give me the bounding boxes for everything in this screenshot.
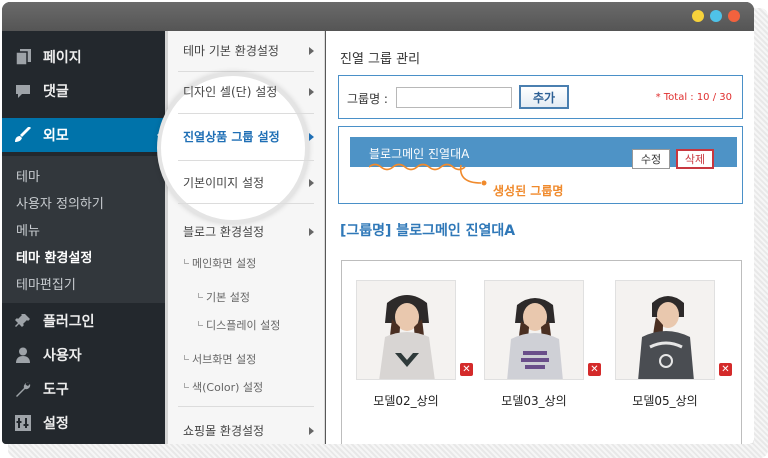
- sidebar-item-label: 플러그인: [43, 314, 95, 330]
- theme-sub-label: 기본 설정: [206, 291, 250, 304]
- sidebar-item-label: 도구: [43, 382, 69, 398]
- sidebar-item-label: 댓글: [43, 84, 69, 100]
- theme-sub-label: 메인화면 설정: [192, 257, 257, 270]
- main-content: 진열 그룹 관리 그룹명 : 추가 * Total : 10 / 30 블로그메…: [326, 31, 754, 444]
- product-name: 모델05_상의: [632, 394, 698, 408]
- tree-branch-icon: [198, 321, 203, 326]
- tools-icon: [14, 380, 32, 398]
- tree-branch-icon: [184, 355, 189, 360]
- close-dot[interactable]: [728, 10, 740, 22]
- product-name: 모델02_상의: [373, 394, 439, 408]
- theme-menu-label: 디자인 셀(단) 설정: [183, 85, 278, 99]
- theme-sub-label: 색(Color) 설정: [192, 381, 264, 394]
- theme-menu-label: 블로그 환경설정: [183, 225, 265, 239]
- page-title: 진열 그룹 관리: [340, 52, 421, 67]
- divider: [178, 203, 314, 204]
- minimize-dot[interactable]: [692, 10, 704, 22]
- submenu-menus[interactable]: 메뉴: [16, 220, 40, 239]
- settings-icon: [14, 414, 32, 432]
- sidebar-item-label: 외모: [43, 128, 69, 144]
- chevron-right-icon: [309, 426, 314, 435]
- group-list: 블로그메인 진열대A 수정 삭제 생성된 그룹명: [338, 126, 743, 204]
- group-row-name: 블로그메인 진열대A: [369, 147, 470, 161]
- theme-menu-shop[interactable]: 쇼핑몰 환경설정: [168, 422, 324, 439]
- tree-branch-icon: [184, 383, 189, 388]
- product-photo: [356, 280, 456, 380]
- sidebar-item-appearance[interactable]: 외모: [2, 118, 165, 152]
- users-icon: [14, 346, 32, 364]
- divider: [178, 113, 314, 114]
- add-group-form: 그룹명 : 추가 * Total : 10 / 30: [338, 75, 743, 119]
- theme-menu-label: 기본이미지 설정: [183, 176, 265, 190]
- callout-label: 생성된 그룹명: [493, 184, 564, 198]
- comments-icon: [14, 82, 32, 100]
- product-gallery: ✕ 모델02_상의 ✕ 모델03_상의 ✕ 모델05_상의: [341, 260, 742, 444]
- sidebar-item-users[interactable]: 사용자: [2, 338, 165, 372]
- callout-pointer: [369, 163, 487, 186]
- theme-menu-design-cell[interactable]: 디자인 셀(단) 설정: [168, 83, 324, 100]
- submenu-theme-settings[interactable]: 테마 환경설정: [16, 247, 92, 266]
- delete-button[interactable]: 삭제: [676, 149, 714, 169]
- group-name-input[interactable]: [396, 87, 512, 108]
- chevron-right-icon: [309, 132, 314, 141]
- tree-branch-icon: [184, 259, 189, 264]
- theme-sub-sub-screen[interactable]: 서브화면 설정: [184, 351, 256, 367]
- group-name-label: 그룹명 :: [347, 92, 388, 106]
- submenu-theme-editor[interactable]: 테마편집기: [16, 274, 76, 293]
- sidebar-item-tools[interactable]: 도구: [2, 372, 165, 406]
- submenu-customize[interactable]: 사용자 정의하기: [16, 193, 104, 212]
- product-photo: [615, 280, 715, 380]
- theme-sub-label: 서브화면 설정: [192, 353, 257, 366]
- plugins-icon: [14, 312, 32, 330]
- chevron-right-icon: [309, 87, 314, 96]
- maximize-dot[interactable]: [710, 10, 722, 22]
- sidebar-item-label: 사용자: [43, 348, 82, 364]
- remove-product-button[interactable]: ✕: [719, 363, 732, 376]
- edit-button[interactable]: 수정: [632, 149, 670, 169]
- appearance-icon: [14, 126, 32, 144]
- remove-product-button[interactable]: ✕: [588, 363, 601, 376]
- title-bar: [2, 2, 754, 31]
- admin-sidebar: 페이지 댓글 외모 테마 사용자 정의하기 메뉴 테마 환경설정 테마편집기 플…: [2, 31, 165, 444]
- app-window: 페이지 댓글 외모 테마 사용자 정의하기 메뉴 테마 환경설정 테마편집기 플…: [2, 2, 754, 444]
- theme-menu-label: 쇼핑몰 환경설정: [183, 424, 265, 438]
- chevron-right-icon: [309, 178, 314, 187]
- sidebar-item-settings[interactable]: 설정: [2, 406, 165, 440]
- add-button[interactable]: 추가: [519, 85, 569, 109]
- sidebar-item-pages[interactable]: 페이지: [2, 40, 165, 74]
- section-title: [그룹명] 블로그메인 진열대A: [340, 223, 516, 239]
- product-photo: [484, 280, 584, 380]
- sidebar-item-comments[interactable]: 댓글: [2, 74, 165, 108]
- chevron-right-icon: [309, 227, 314, 236]
- sidebar-item-plugins[interactable]: 플러그인: [2, 304, 165, 338]
- product-name: 모델03_상의: [501, 394, 567, 408]
- theme-sub-basic[interactable]: 기본 설정: [198, 289, 250, 305]
- theme-sub-display[interactable]: 디스플레이 설정: [198, 317, 280, 333]
- pages-icon: [14, 48, 32, 66]
- theme-menu-blog[interactable]: 블로그 환경설정: [168, 223, 324, 240]
- sidebar-item-label: 설정: [43, 416, 69, 432]
- theme-sub-color[interactable]: 색(Color) 설정: [184, 379, 263, 395]
- divider: [178, 160, 314, 161]
- theme-menu-display-group[interactable]: 진열상품 그룹 설정: [168, 128, 324, 145]
- theme-sub-main-screen[interactable]: 메인화면 설정: [184, 255, 256, 271]
- theme-menu-default-image[interactable]: 기본이미지 설정: [168, 174, 324, 191]
- remove-product-button[interactable]: ✕: [460, 363, 473, 376]
- divider: [178, 406, 314, 407]
- tree-branch-icon: [198, 293, 203, 298]
- submenu-themes[interactable]: 테마: [16, 166, 40, 185]
- theme-sub-label: 디스플레이 설정: [206, 319, 281, 332]
- appearance-submenu: 테마 사용자 정의하기 메뉴 테마 환경설정 테마편집기: [2, 156, 165, 303]
- total-count: * Total : 10 / 30: [655, 92, 732, 103]
- sidebar-item-label: 페이지: [43, 50, 82, 66]
- theme-menu-label: 진열상품 그룹 설정: [183, 130, 280, 144]
- theme-panel-overlay: 디자인 셀(단) 설정 진열상품 그룹 설정 기본이미지 설정 블로그 환경설정…: [168, 31, 324, 444]
